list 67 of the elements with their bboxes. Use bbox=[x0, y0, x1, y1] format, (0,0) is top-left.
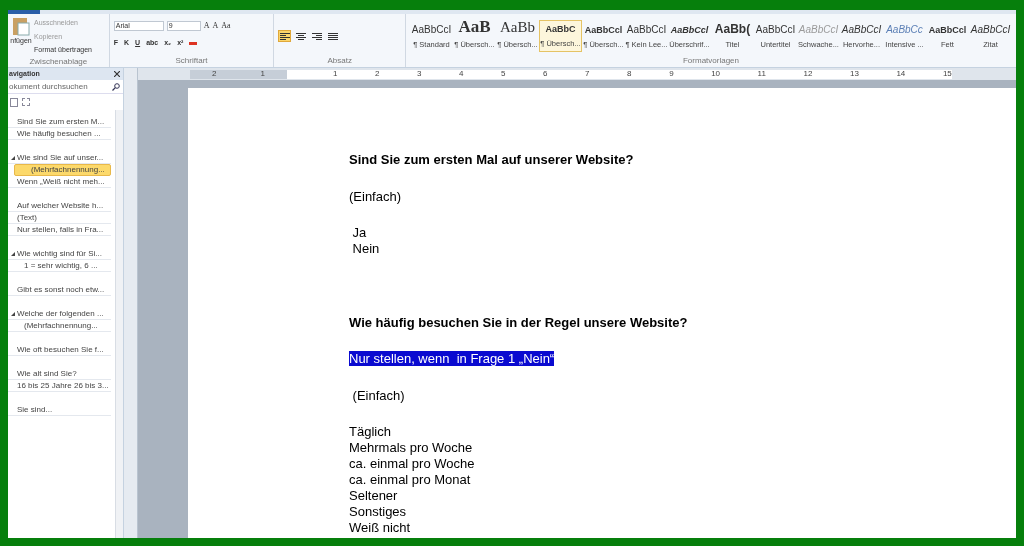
question-text: Sind Sie zum ersten Mal auf unserer Website? bbox=[349, 152, 635, 168]
question-text: Wie häufig besuchen Sie in der Regel unsere Website? bbox=[349, 315, 689, 331]
navigation-heading[interactable]: Wie wichtig sind für Si... bbox=[8, 248, 111, 260]
align-button[interactable] bbox=[294, 30, 308, 42]
option-text: Nein bbox=[351, 241, 380, 257]
collapse-icon[interactable] bbox=[11, 155, 15, 160]
font-color-icon[interactable] bbox=[189, 41, 198, 45]
pages-view-icon[interactable] bbox=[10, 97, 18, 107]
navigation-heading[interactable]: Welche der folgenden ... bbox=[8, 308, 111, 320]
group-label: Absatz bbox=[326, 55, 353, 67]
search-icon[interactable] bbox=[112, 82, 120, 91]
ruler-number: 1 bbox=[260, 68, 265, 80]
ruler-number: 10 bbox=[711, 68, 721, 80]
navigation-heading[interactable]: Wenn „Weiß nicht meh... bbox=[8, 176, 111, 188]
navigation-heading[interactable]: 1 = sehr wichtig, 6 ... bbox=[8, 260, 111, 272]
ruler-number: 4 bbox=[459, 68, 464, 80]
navigation-heading[interactable]: (Mehrfachnennung... bbox=[14, 164, 111, 176]
font-tool-button[interactable]: A bbox=[212, 20, 219, 32]
grid-view-icon[interactable] bbox=[22, 98, 30, 106]
navigation-heading[interactable]: Wie oft besuchen Sie f... bbox=[8, 344, 111, 356]
group-label: Schriftart bbox=[174, 55, 209, 67]
option-text: Sonstiges bbox=[349, 504, 407, 520]
ruler-number: 2 bbox=[212, 68, 217, 80]
note-text: Nur stellen, wenn in Frage 1 „Nein“ bbox=[349, 351, 555, 366]
navigation-heading[interactable]: (Text) bbox=[8, 212, 111, 224]
ruler-number: 13 bbox=[849, 68, 859, 80]
answer-type-text: (Einfach) bbox=[351, 388, 406, 404]
ruler-number: 2 bbox=[375, 68, 380, 80]
close-icon[interactable] bbox=[114, 71, 120, 77]
font-tool-button[interactable]: A bbox=[203, 20, 210, 32]
collapse-icon[interactable] bbox=[11, 311, 15, 316]
answer-type-text: (Einfach) bbox=[349, 189, 403, 205]
option-text: Täglich bbox=[349, 424, 391, 440]
ruler-number: 8 bbox=[627, 68, 632, 80]
navigation-heading[interactable]: Gibt es sonst noch etw... bbox=[8, 284, 111, 296]
ruler-number: 12 bbox=[803, 68, 813, 80]
ruler-number: 14 bbox=[896, 68, 906, 80]
align-button[interactable] bbox=[326, 30, 340, 42]
navigation-heading[interactable]: Wie häufig besuchen ... bbox=[8, 128, 111, 140]
navigation-heading[interactable]: Auf welcher Website h... bbox=[8, 200, 111, 212]
ruler-number: 6 bbox=[543, 68, 548, 80]
navigation-heading[interactable]: Sie sind... bbox=[8, 404, 111, 416]
option-text: Seltener bbox=[349, 488, 398, 504]
navigation-heading[interactable]: 16 bis 25 Jahre 26 bis 3... bbox=[8, 380, 111, 392]
option-text: ca. einmal pro Monat bbox=[349, 472, 471, 488]
navigation-heading[interactable]: (Mehrfachnennung... bbox=[8, 320, 111, 332]
align-button[interactable] bbox=[310, 30, 324, 42]
navigation-heading[interactable]: Wie alt sind Sie? bbox=[8, 368, 111, 380]
font-tool-button[interactable]: Aa bbox=[221, 20, 231, 32]
ruler-number: 5 bbox=[501, 68, 506, 80]
option-text: Ja bbox=[351, 225, 367, 241]
navigation-heading[interactable]: Sind Sie zum ersten M... bbox=[8, 116, 111, 128]
option-text: ca. einmal pro Woche bbox=[349, 456, 475, 472]
collapse-icon[interactable] bbox=[11, 251, 15, 256]
ruler-number: 9 bbox=[669, 68, 674, 80]
search-field[interactable]: okument durchsuchen bbox=[9, 80, 105, 93]
group-label: Formatvorlagen bbox=[682, 55, 740, 67]
align-button[interactable] bbox=[278, 30, 292, 42]
group-label: Zwischenablage bbox=[28, 55, 89, 68]
ruler-number: 1 bbox=[333, 68, 338, 80]
ruler-number: 15 bbox=[942, 68, 952, 80]
ruler-number: 7 bbox=[585, 68, 590, 80]
ruler-number: 3 bbox=[417, 68, 422, 80]
option-text: Weiß nicht bbox=[349, 520, 411, 536]
option-text: Mehrmals pro Woche bbox=[349, 440, 473, 456]
navigation-heading[interactable]: Nur stellen, falls in Fra... bbox=[8, 224, 111, 236]
ruler-number: 11 bbox=[757, 68, 766, 80]
